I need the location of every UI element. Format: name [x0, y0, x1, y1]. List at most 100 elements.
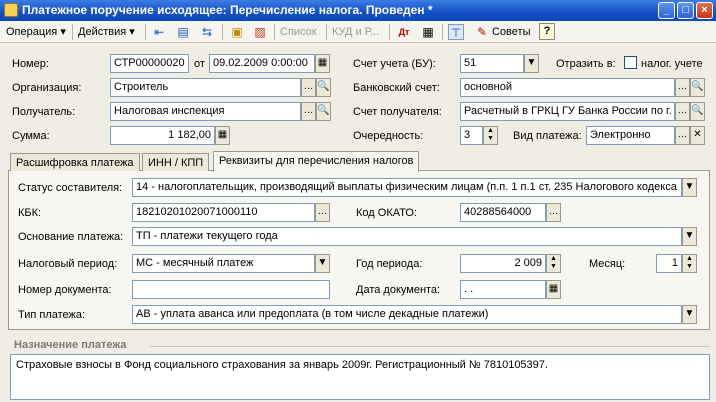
number-label: Номер:: [12, 58, 49, 70]
sum-label: Сумма:: [12, 130, 50, 142]
from-label: от: [194, 58, 205, 70]
status-label: Статус составителя:: [18, 182, 123, 194]
okato-field[interactable]: 40288564000: [460, 203, 546, 222]
okato-label: Код ОКАТО:: [356, 207, 418, 219]
priority-spin-button[interactable]: ▲ ▼: [483, 126, 498, 145]
operation-menu[interactable]: Операция ▾: [6, 24, 66, 40]
calendar-icon[interactable]: ▦: [315, 54, 330, 73]
bank-account-label: Банковский счет:: [353, 82, 440, 94]
document-view-icon[interactable]: ▤: [175, 24, 191, 40]
title-bar: Платежное поручение исходящее: Перечисле…: [0, 0, 716, 21]
toolbar-separator: [145, 24, 146, 40]
tax-account-checkbox[interactable]: [624, 56, 637, 69]
year-field[interactable]: 2 009: [460, 254, 546, 273]
select-recipient-button[interactable]: …: [301, 102, 316, 121]
bank-account-field[interactable]: основной: [460, 78, 675, 97]
kud-button[interactable]: КУД и Р...: [332, 24, 379, 40]
reflect-label: Отразить в:: [556, 58, 616, 70]
post-document-icon[interactable]: ▣: [229, 24, 245, 40]
select-payment-kind-button[interactable]: …: [675, 126, 690, 145]
payment-type-field[interactable]: АВ - уплата аванса или предоплата (в том…: [132, 305, 682, 324]
calculator-icon[interactable]: ▦: [215, 126, 230, 145]
open-org-icon[interactable]: 🔍: [316, 78, 331, 97]
toolbar-separator: [274, 24, 275, 40]
clear-icon[interactable]: ✕: [690, 126, 705, 145]
dropdown-icon[interactable]: ▼: [524, 54, 539, 73]
select-bank-account-button[interactable]: …: [675, 78, 690, 97]
purpose-title: Назначение платежа: [14, 339, 127, 351]
period-field[interactable]: МС - месячный платеж: [132, 254, 315, 273]
dropdown-icon[interactable]: ▼: [682, 178, 697, 197]
account-bu-label: Счет учета (БУ):: [353, 58, 436, 70]
tab-inn-kpp[interactable]: ИНН / КПП: [142, 153, 210, 171]
back-arrow-icon[interactable]: ⇤: [151, 24, 167, 40]
actions-menu[interactable]: Действия ▾: [78, 24, 135, 40]
tax-account-label: налог. учете: [641, 58, 703, 70]
priority-field[interactable]: 3: [460, 126, 483, 145]
purpose-divider: [150, 346, 710, 347]
maximize-button[interactable]: □: [677, 2, 694, 19]
payment-type-label: Тип платежа:: [18, 309, 86, 321]
year-label: Год периода:: [356, 258, 423, 270]
toolbar-separator: [72, 24, 73, 40]
priority-label: Очередность:: [353, 130, 424, 142]
year-spin-button[interactable]: ▲ ▼: [546, 254, 561, 273]
recipient-field[interactable]: Налоговая инспекция: [110, 102, 301, 121]
report-icon[interactable]: ▦: [420, 24, 436, 40]
toolbar-separator: [222, 24, 223, 40]
org-field[interactable]: Строитель: [110, 78, 301, 97]
tab-payment-breakdown[interactable]: Расшифровка платежа: [10, 153, 140, 171]
month-spin-button[interactable]: ▲ ▼: [682, 254, 697, 273]
minimize-button[interactable]: _: [658, 2, 675, 19]
debit-credit-icon[interactable]: Дт: [396, 24, 412, 40]
dropdown-icon[interactable]: ▼: [682, 305, 697, 324]
payment-kind-label: Вид платежа:: [513, 130, 582, 142]
select-recipient-account-button[interactable]: …: [675, 102, 690, 121]
advice-button[interactable]: Советы: [492, 24, 530, 40]
help-button[interactable]: ?: [539, 23, 555, 40]
structure-icon[interactable]: ⊤: [448, 24, 464, 40]
payment-kind-field[interactable]: Электронно: [586, 126, 675, 145]
unpost-document-icon[interactable]: ▨: [252, 24, 268, 40]
sum-field[interactable]: 1 182,00: [110, 126, 215, 145]
list-button[interactable]: Список: [280, 24, 317, 40]
basis-field[interactable]: ТП - платежи текущего года: [132, 227, 682, 246]
dropdown-icon[interactable]: ▼: [315, 254, 330, 273]
dropdown-icon[interactable]: ▼: [682, 227, 697, 246]
doc-date-field[interactable]: . .: [460, 280, 546, 299]
window-title: Платежное поручение исходящее: Перечисле…: [22, 3, 433, 17]
open-recipient-icon[interactable]: 🔍: [316, 102, 331, 121]
status-field[interactable]: 14 - налогоплательщик, производящий выпл…: [132, 178, 682, 197]
month-field[interactable]: 1: [656, 254, 682, 273]
kbk-label: КБК:: [18, 207, 42, 219]
close-button[interactable]: ×: [696, 2, 713, 19]
recipient-account-field[interactable]: Расчетный в ГРКЦ ГУ Банка России по г.: [460, 102, 675, 121]
recipient-account-label: Счет получателя:: [353, 106, 442, 118]
open-recipient-account-icon[interactable]: 🔍: [690, 102, 705, 121]
date-field[interactable]: 09.02.2009 0:00:00: [209, 54, 315, 73]
refresh-document-icon[interactable]: ⇆: [199, 24, 215, 40]
purpose-textarea[interactable]: Страховые взносы в Фонд социального стра…: [10, 354, 710, 400]
toolbar-separator: [326, 24, 327, 40]
number-field[interactable]: СТР00000020: [110, 54, 189, 73]
select-okato-button[interactable]: …: [546, 203, 561, 222]
account-bu-field[interactable]: 51: [460, 54, 524, 73]
month-label: Месяц:: [589, 258, 626, 270]
toolbar: Операция ▾ Действия ▾ ⇤ ▤ ⇆ ▣ ▨ Список К…: [0, 21, 716, 43]
advice-icon: ✎: [476, 25, 488, 39]
toolbar-separator: [389, 24, 390, 40]
org-label: Организация:: [12, 82, 82, 94]
recipient-label: Получатель:: [12, 106, 76, 118]
window-icon: [4, 3, 18, 17]
tab-tax-requisites[interactable]: Реквизиты для перечисления налогов: [213, 151, 420, 172]
calendar-icon[interactable]: ▦: [546, 280, 561, 299]
select-kbk-button[interactable]: …: [315, 203, 330, 222]
open-bank-account-icon[interactable]: 🔍: [690, 78, 705, 97]
kbk-field[interactable]: 18210201020071000110: [132, 203, 315, 222]
select-org-button[interactable]: …: [301, 78, 316, 97]
period-label: Налоговый период:: [18, 258, 118, 270]
toolbar-separator: [442, 24, 443, 40]
doc-number-label: Номер документа:: [18, 284, 112, 296]
basis-label: Основание платежа:: [18, 231, 124, 243]
doc-number-field[interactable]: [132, 280, 330, 299]
